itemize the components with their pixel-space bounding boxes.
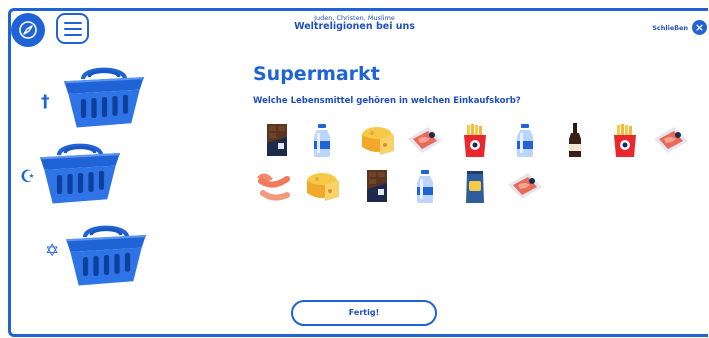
close-icon[interactable]: × <box>692 20 707 35</box>
food-item-cheese[interactable] <box>358 121 396 159</box>
food-item-wine-bottle[interactable] <box>556 121 594 159</box>
food-item-meat-tray[interactable] <box>506 167 544 205</box>
basket-christian[interactable] <box>62 64 146 130</box>
food-item-water-bottle[interactable] <box>303 121 341 159</box>
food-item-chips-bag[interactable] <box>456 167 494 205</box>
food-item-chocolate[interactable] <box>258 121 296 159</box>
food-item-water-bottle[interactable] <box>406 167 444 205</box>
food-item-sausages[interactable] <box>253 167 291 205</box>
islam-crescent-symbol: ☪ <box>20 167 36 187</box>
food-item-fries[interactable] <box>606 121 644 159</box>
food-item-meat-tray[interactable] <box>652 121 690 159</box>
food-item-meat-tray[interactable] <box>406 121 444 159</box>
food-item-water-bottle[interactable] <box>506 121 544 159</box>
basket-muslim[interactable] <box>38 140 122 206</box>
close-control[interactable]: Schließen × <box>652 20 707 35</box>
top-bar: Juden, Christen, Muslime Weltreligionen … <box>0 0 709 52</box>
task-question: Welche Lebensmittel gehören in welchen E… <box>253 96 521 106</box>
header-title: Weltreligionen bei uns <box>294 21 415 32</box>
food-item-fries[interactable] <box>456 121 494 159</box>
close-label[interactable]: Schließen <box>652 24 688 32</box>
star-of-david-symbol: ✡ <box>45 241 60 261</box>
page-title: Supermarkt <box>253 63 380 85</box>
basket-jewish[interactable] <box>64 222 148 288</box>
christian-cross-symbol: † <box>41 92 50 112</box>
done-button[interactable]: Fertig! <box>291 300 437 326</box>
food-item-cheese[interactable] <box>303 167 341 205</box>
food-item-chocolate[interactable] <box>358 167 396 205</box>
